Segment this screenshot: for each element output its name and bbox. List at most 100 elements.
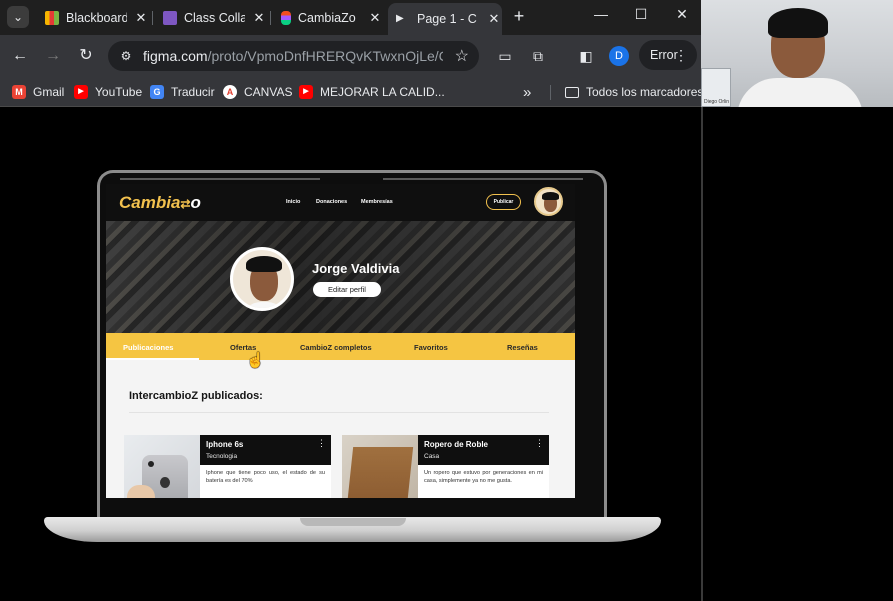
bookmark-star-icon[interactable]: ☆: [455, 46, 469, 66]
tab-title: Blackboard: [66, 10, 127, 25]
bookmark-traducir[interactable]: G Traducir: [150, 83, 215, 101]
tab-title: Class Colla: [184, 10, 245, 25]
tab-cambioz-completos[interactable]: CambioZ completos: [300, 343, 372, 352]
close-window-button[interactable]: ✕: [667, 6, 697, 23]
screen-root: ⌄ Blackboard ✕ Class Colla ✕ CambiaZo ✕ …: [0, 0, 893, 601]
more-bookmarks-chevron-icon[interactable]: »: [523, 83, 531, 101]
swap-arrows-icon: ⇄: [180, 197, 191, 211]
tab-separator: [270, 11, 271, 25]
cam-person-shirt: [737, 78, 863, 107]
profile-avatar[interactable]: D: [609, 46, 629, 66]
canvas-icon: A: [223, 85, 237, 99]
bookmarks-separator: [550, 85, 551, 100]
site-info-icon[interactable]: ⚙: [118, 48, 134, 64]
tab-figma-page[interactable]: ▶ Page 1 - C ✕: [388, 3, 502, 35]
figma-icon: [281, 10, 291, 25]
more-menu-icon[interactable]: ⋮: [674, 40, 688, 70]
hand-illustration: [127, 485, 155, 498]
extensions-icon[interactable]: ⧉: [528, 46, 548, 66]
active-tab-indicator: [106, 358, 199, 360]
class-collaborate-icon: [163, 10, 177, 25]
close-tab-icon[interactable]: ✕: [367, 10, 383, 26]
browser-toolbar: ← → ↻ ⚙ figma.com/proto/VpmoDnfHRERQvKTw…: [0, 35, 701, 77]
side-panel-icon[interactable]: ◧: [576, 46, 596, 66]
ropero-image: [342, 435, 418, 498]
tab-title: Page 1 - C: [417, 12, 477, 26]
cast-icon[interactable]: ▭: [495, 46, 515, 66]
bookmark-mejorar[interactable]: ▶ MEJORAR LA CALID...: [299, 83, 445, 101]
tab-cambiazo[interactable]: CambiaZo ✕: [273, 3, 383, 32]
close-tab-icon[interactable]: ✕: [486, 11, 502, 27]
profile-tabs: Publicaciones Ofertas CambioZ completos …: [106, 333, 575, 360]
item-description: Iphone que tiene poco uso, el estado de …: [206, 470, 325, 484]
tab-resenas[interactable]: Reseñas: [507, 343, 538, 352]
item-card[interactable]: Iphone 6s Tecnologia ⋮ Iphone que tiene …: [124, 435, 331, 498]
nav-inicio[interactable]: Inicio: [286, 199, 300, 205]
banner-overlay: [106, 221, 575, 333]
hand-cursor-icon: ☝: [246, 352, 265, 369]
url-path: /proto/VpmoDnfHRERQvKTwxnOjLe/Cam...: [207, 48, 443, 64]
tab-publicaciones[interactable]: Publicaciones: [123, 343, 173, 352]
address-bar[interactable]: ⚙ figma.com/proto/VpmoDnfHRERQvKTwxnOjLe…: [108, 41, 479, 71]
item-description: Un ropero que estuvo por generaciones en…: [424, 470, 543, 484]
iphone-image: [124, 435, 200, 498]
tab-search-button[interactable]: ⌄: [7, 6, 29, 28]
translate-icon: G: [150, 85, 164, 99]
logo-suffix: o: [190, 193, 201, 212]
bookmark-label: Todos los marcadores: [586, 85, 704, 99]
site-navbar: Cambia⇄o Inicio Donaciones Membresías Pu…: [106, 184, 575, 221]
publicar-button[interactable]: Publicar: [486, 194, 521, 210]
tab-favoritos[interactable]: Favoritos: [414, 343, 448, 352]
nav-membresias[interactable]: Membresías: [361, 199, 393, 205]
item-card[interactable]: Ropero de Roble Casa ⋮ Un ropero que est…: [342, 435, 549, 498]
reload-icon[interactable]: ↻: [75, 45, 97, 67]
bookmark-canvas[interactable]: A CANVAS: [223, 83, 292, 101]
laptop-bezel-line: [383, 178, 583, 180]
youtube-icon: ▶: [299, 85, 313, 99]
all-bookmarks-folder[interactable]: Todos los marcadores: [565, 83, 703, 101]
forward-arrow-icon[interactable]: →: [42, 45, 64, 67]
bookmark-gmail[interactable]: M Gmail: [12, 83, 64, 101]
tab-class-collaborate[interactable]: Class Colla ✕: [155, 3, 267, 32]
play-icon: ▶: [396, 13, 404, 24]
close-tab-icon[interactable]: ✕: [133, 10, 149, 26]
item-name: Ropero de Roble: [424, 440, 489, 449]
profile-photo-hair: [246, 256, 282, 272]
edit-profile-button[interactable]: Editar perfil: [313, 282, 381, 297]
bookmark-label: YouTube: [95, 85, 143, 99]
item-name: Iphone 6s: [206, 440, 244, 449]
item-category: Tecnologia: [206, 453, 238, 460]
minimize-button[interactable]: —: [586, 6, 616, 22]
new-tab-button[interactable]: +: [509, 6, 529, 27]
laptop-bezel-line: [120, 178, 320, 180]
user-avatar[interactable]: [534, 187, 563, 216]
cam-participant-name: Diego Orlin: [704, 99, 730, 105]
bookmark-youtube[interactable]: ▶ YouTube: [74, 83, 142, 101]
avatar-hair: [542, 192, 559, 200]
url-text[interactable]: figma.com/proto/VpmoDnfHRERQvKTwxnOjLe/C…: [143, 48, 443, 64]
panel-divider: [701, 107, 703, 601]
prototype-screen: Cambia⇄o Inicio Donaciones Membresías Pu…: [106, 184, 575, 498]
more-options-icon[interactable]: ⋮: [535, 438, 544, 449]
blackboard-icon: [45, 10, 59, 25]
bookmarks-bar: M Gmail ▶ YouTube G Traducir A CANVAS ▶ …: [0, 77, 703, 107]
browser-window: ⌄ Blackboard ✕ Class Colla ✕ CambiaZo ✕ …: [0, 0, 703, 107]
wardrobe-illustration: [346, 447, 414, 498]
bookmark-label: MEJORAR LA CALID...: [320, 85, 445, 99]
cambiazo-logo[interactable]: Cambia⇄o: [119, 193, 201, 213]
section-title: IntercambioZ publicados:: [129, 390, 263, 402]
tab-strip: ⌄ Blackboard ✕ Class Colla ✕ CambiaZo ✕ …: [0, 0, 701, 35]
url-host: figma.com: [143, 48, 208, 64]
more-options-icon[interactable]: ⋮: [317, 438, 326, 449]
apple-logo-icon: [160, 477, 170, 488]
tab-blackboard[interactable]: Blackboard ✕: [37, 3, 149, 32]
cam-person-hair: [768, 8, 828, 38]
maximize-button[interactable]: ☐: [626, 6, 656, 23]
nav-donaciones[interactable]: Donaciones: [316, 199, 347, 205]
back-arrow-icon[interactable]: ←: [9, 45, 31, 67]
error-button[interactable]: Error ⋮: [639, 40, 697, 70]
camera-lens: [148, 461, 154, 467]
profile-photo: [230, 247, 294, 311]
folder-icon: [565, 86, 579, 98]
close-tab-icon[interactable]: ✕: [251, 10, 267, 26]
